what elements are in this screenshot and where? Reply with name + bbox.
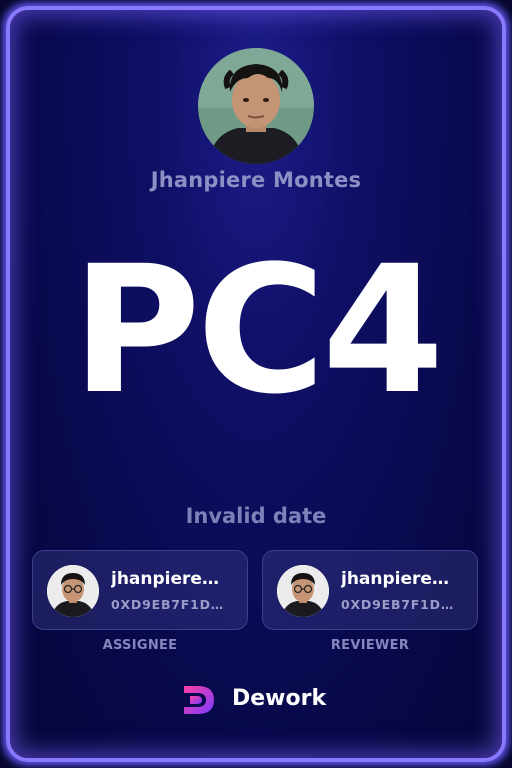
reviewer-label: REVIEWER (330, 638, 410, 653)
task-title: PC4 (71, 228, 445, 433)
assignee-card[interactable]: jhanpiere… 0XD9EB7F1D… (32, 550, 248, 630)
assignee-name: jhanpiere… (111, 569, 219, 589)
due-date: Invalid date (185, 504, 327, 528)
user-photo-avatar-icon (198, 48, 314, 164)
user-photo-avatar-icon (47, 565, 99, 617)
assignee-avatar (47, 565, 99, 617)
reviewer-avatar (277, 565, 329, 617)
owner-avatar (198, 48, 314, 164)
user-photo-avatar-icon (277, 565, 329, 617)
page: Jhanpiere Montes PC4 Invalid date jhanpi… (0, 0, 512, 768)
brand-name: Dework (232, 686, 327, 711)
dework-logo-icon (180, 680, 220, 720)
owner-name: Jhanpiere Montes (150, 168, 362, 192)
brand-footer: Dework (0, 680, 512, 720)
reviewer-card[interactable]: jhanpiere… 0XD9EB7F1D… (262, 550, 478, 630)
reviewer-name: jhanpiere… (341, 569, 449, 589)
assignee-label: ASSIGNEE (102, 638, 178, 653)
assignee-address: 0XD9EB7F1D… (111, 597, 225, 612)
reviewer-address: 0XD9EB7F1D… (341, 597, 455, 612)
